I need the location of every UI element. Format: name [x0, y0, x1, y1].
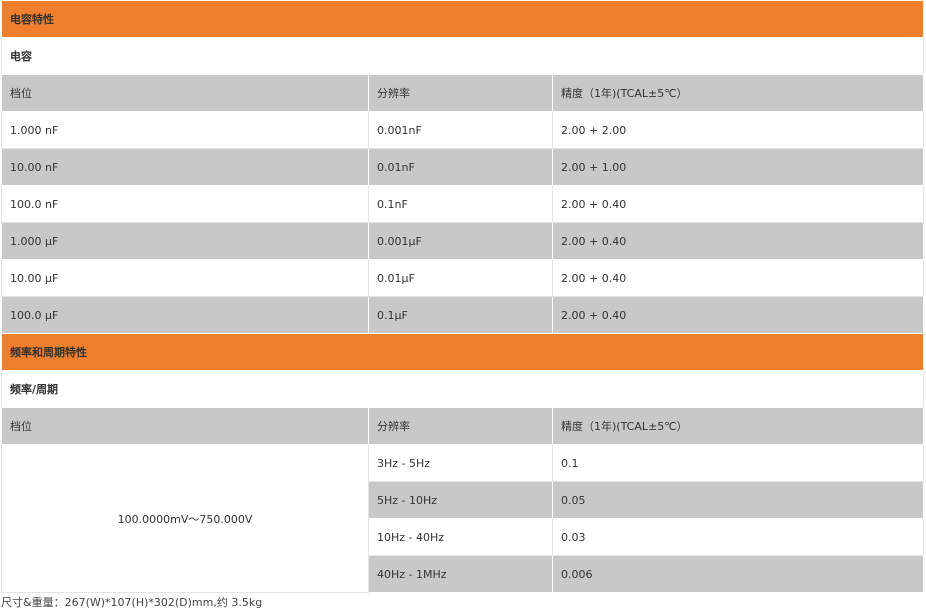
- table-row: 100.0 nF 0.1nF 2.00 + 0.40: [1, 185, 925, 223]
- subtitle: 电容: [0, 37, 925, 75]
- table-row: 1.000 nF 0.001nF 2.00 + 2.00: [1, 111, 925, 149]
- accuracy-cell: 2.00 + 0.40: [551, 185, 925, 223]
- frequency-subtitle-row: 频率/周期: [0, 370, 925, 408]
- range-cell: 10.00 μF: [1, 259, 369, 297]
- capacitance-section-header: 电容特性: [0, 0, 925, 38]
- accuracy-cell: 2.00 + 1.00: [551, 148, 925, 186]
- frequency-header-row: 档位 分辨率 精度（1年)(TCAL±5℃）: [1, 407, 925, 445]
- accuracy-cell: 0.05: [551, 481, 925, 519]
- resolution-cell: 3Hz - 5Hz: [368, 444, 553, 482]
- accuracy-cell: 2.00 + 0.40: [551, 259, 925, 297]
- subtitle: 频率/周期: [0, 370, 925, 408]
- resolution-cell: 5Hz - 10Hz: [368, 481, 553, 519]
- capacitance-header-row: 档位 分辨率 精度（1年)(TCAL±5℃）: [1, 74, 925, 112]
- resolution-cell: 0.1μF: [368, 296, 553, 334]
- range-cell: 1.000 nF: [1, 111, 369, 149]
- column-header-resolution: 分辨率: [368, 407, 553, 445]
- table-row: 1.000 μF 0.001μF 2.00 + 0.40: [1, 222, 925, 260]
- range-cell: 10.00 nF: [1, 148, 369, 186]
- table-row: 10.00 nF 0.01nF 2.00 + 1.00: [1, 148, 925, 186]
- accuracy-cell: 2.00 + 2.00: [551, 111, 925, 149]
- column-header-range: 档位: [1, 74, 369, 112]
- accuracy-cell: 0.1: [551, 444, 925, 482]
- column-header-accuracy: 精度（1年)(TCAL±5℃）: [551, 74, 925, 112]
- column-header-resolution: 分辨率: [368, 74, 553, 112]
- frequency-section-header: 频率和周期特性: [0, 333, 925, 371]
- column-header-accuracy: 精度（1年)(TCAL±5℃）: [551, 407, 925, 445]
- resolution-cell: 0.001nF: [368, 111, 553, 149]
- section-title: 频率和周期特性: [0, 333, 925, 371]
- section-title: 电容特性: [0, 0, 925, 38]
- accuracy-cell: 0.006: [551, 555, 925, 593]
- spec-table: 电容特性 电容 档位 分辨率 精度（1年)(TCAL±5℃） 1.000 nF …: [0, 0, 925, 593]
- resolution-cell: 0.01μF: [368, 259, 553, 297]
- range-cell: 100.0 nF: [1, 185, 369, 223]
- range-cell: 1.000 μF: [1, 222, 369, 260]
- accuracy-cell: 2.00 + 0.40: [551, 222, 925, 260]
- table-row: 100.0 μF 0.1μF 2.00 + 0.40: [1, 296, 925, 334]
- resolution-cell: 40Hz - 1MHz: [368, 555, 553, 593]
- resolution-cell: 0.001μF: [368, 222, 553, 260]
- table-row: 100.0000mV～750.000V 3Hz - 5Hz 0.1: [1, 444, 925, 593]
- range-cell: 100.0000mV～750.000V: [1, 444, 369, 593]
- column-header-range: 档位: [1, 407, 369, 445]
- dimensions-weight-note: 尺寸&重量：267(W)*107(H)*302(D)mm,约 3.5kg: [1, 596, 263, 609]
- range-cell: 100.0 μF: [1, 296, 369, 334]
- accuracy-cell: 0.03: [551, 518, 925, 556]
- capacitance-subtitle-row: 电容: [0, 37, 925, 75]
- table-row: 10.00 μF 0.01μF 2.00 + 0.40: [1, 259, 925, 297]
- resolution-cell: 10Hz - 40Hz: [368, 518, 553, 556]
- resolution-cell: 0.01nF: [368, 148, 553, 186]
- accuracy-cell: 2.00 + 0.40: [551, 296, 925, 334]
- resolution-cell: 0.1nF: [368, 185, 553, 223]
